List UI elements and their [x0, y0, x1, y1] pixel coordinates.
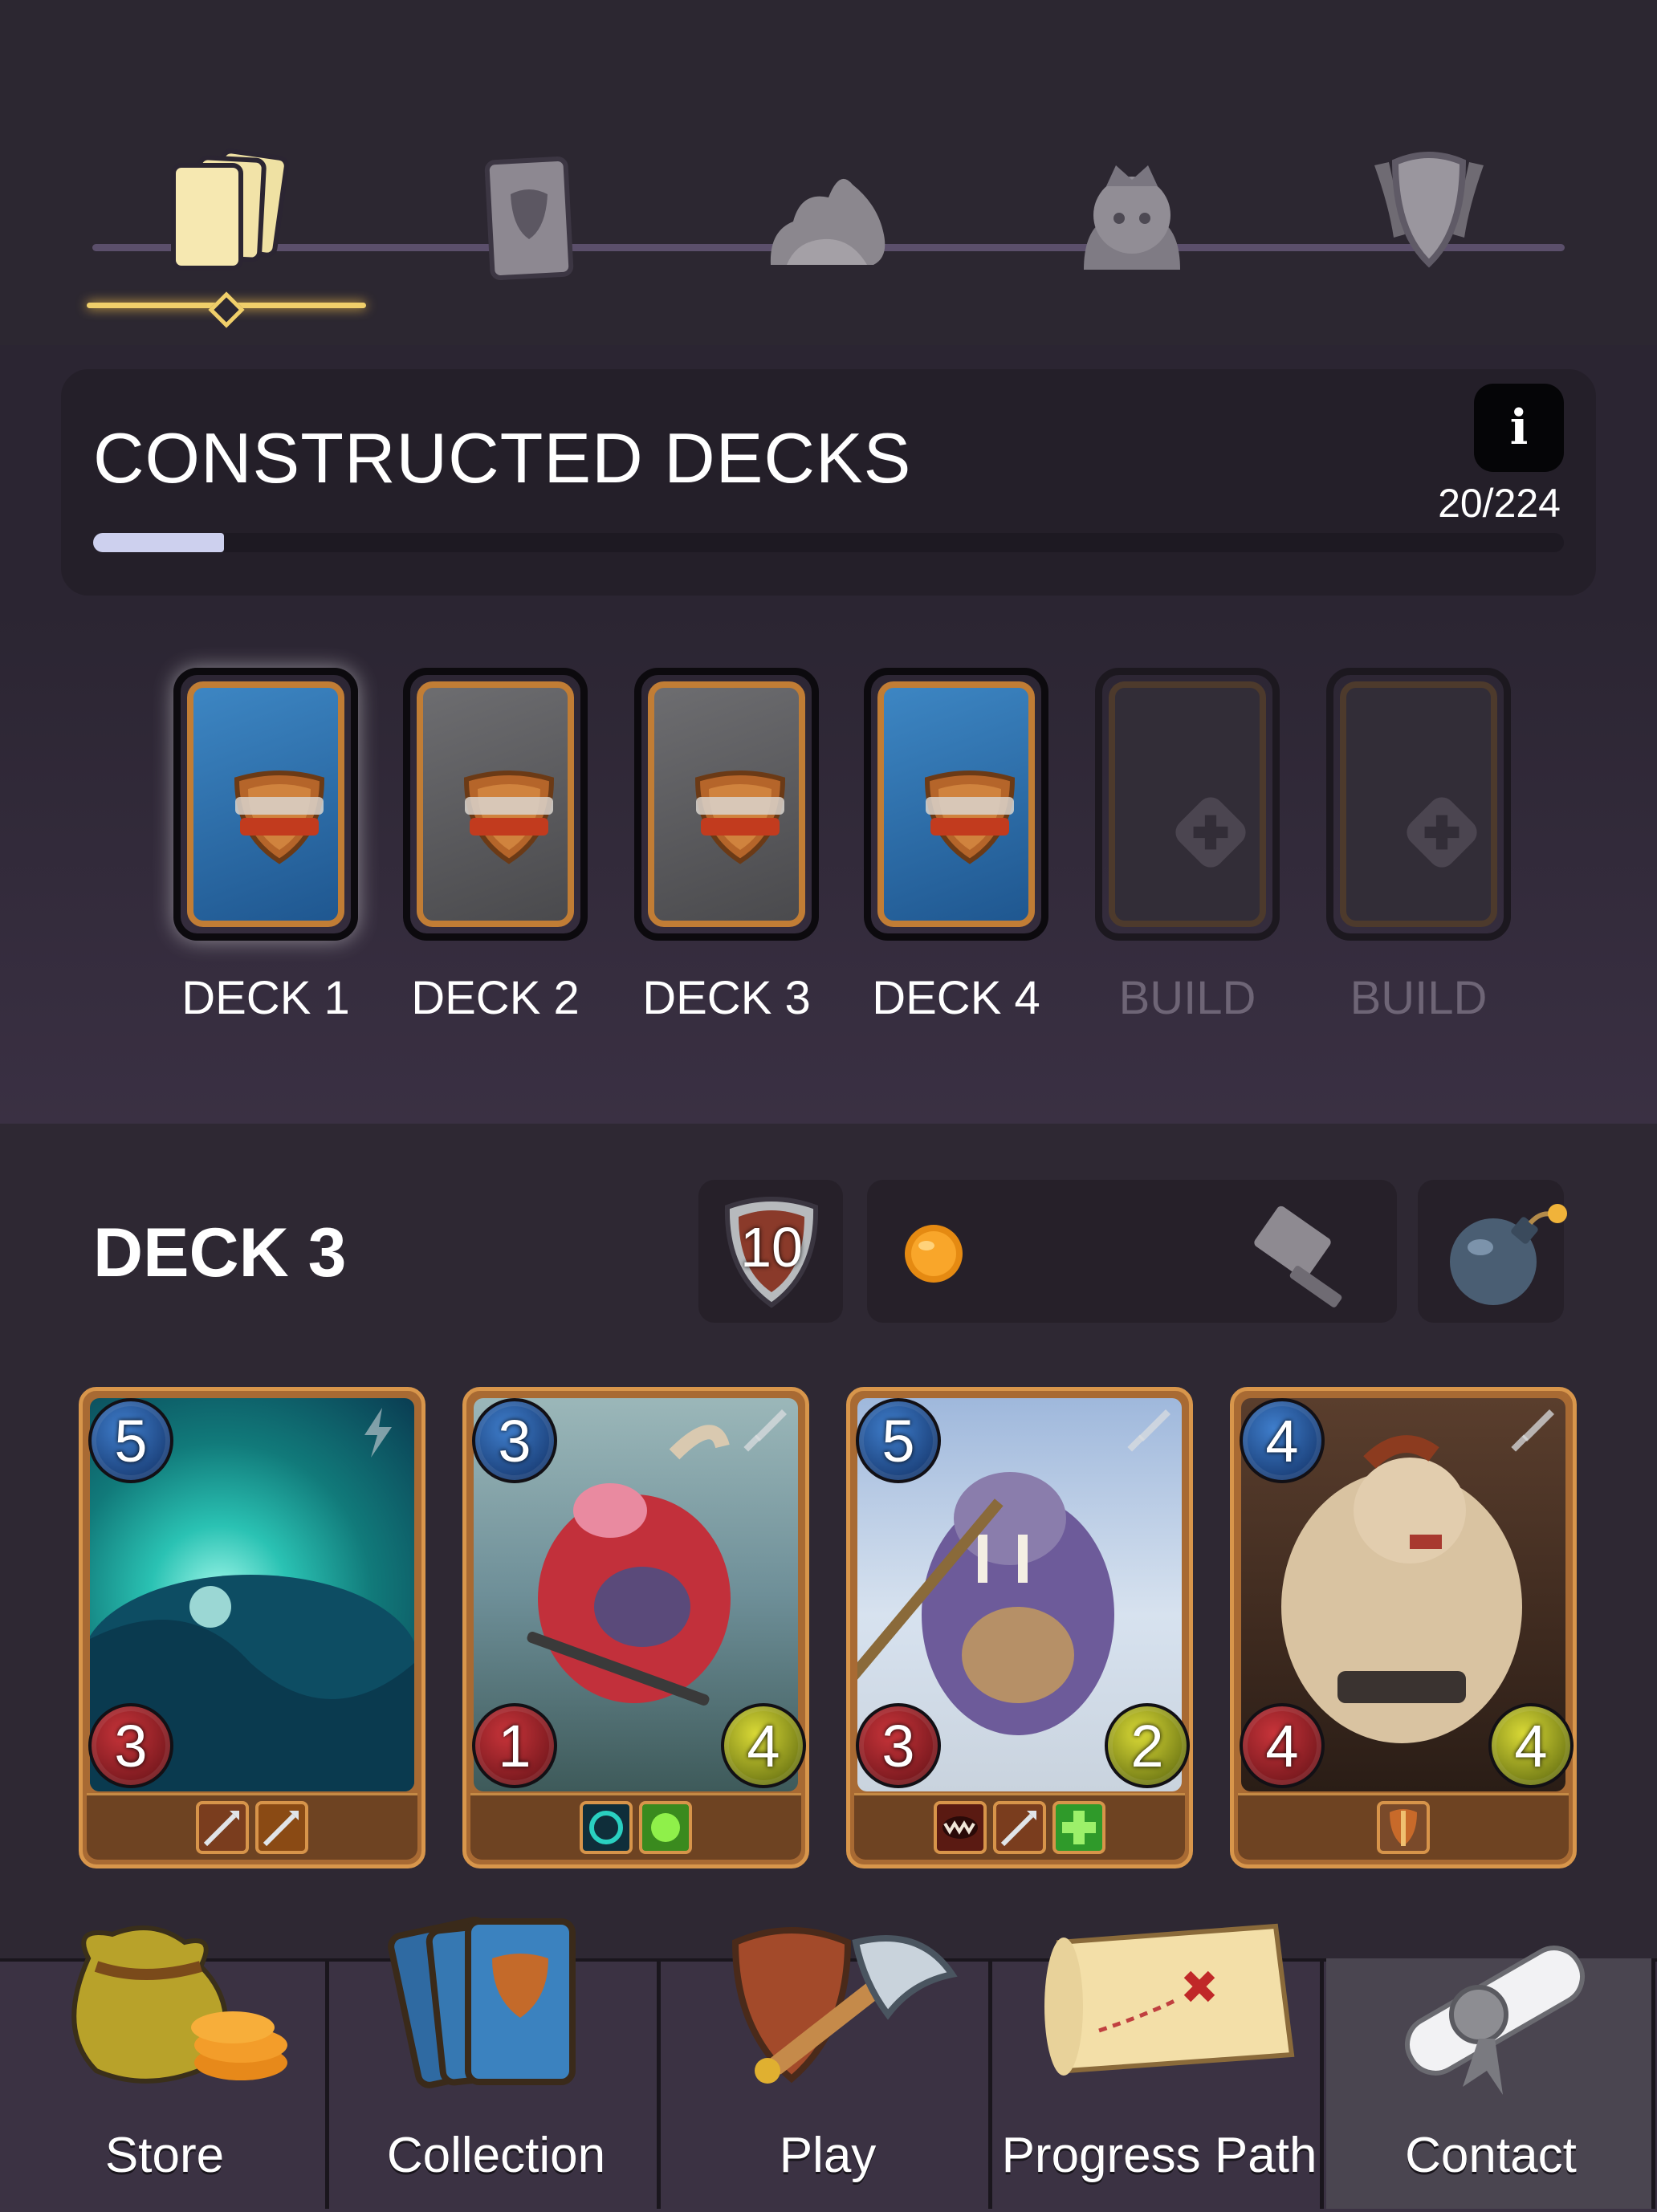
deck-label[interactable]: DECK 3	[622, 971, 831, 1025]
deck-label[interactable]: DECK 4	[852, 971, 1061, 1025]
deck-label[interactable]: DECK 1	[161, 971, 370, 1025]
deck-card	[173, 668, 358, 941]
nav-label: Play	[779, 2128, 877, 2183]
health-value: 4	[721, 1703, 806, 1788]
arrow-ability-icon[interactable]	[196, 1801, 249, 1854]
treasure-map-icon	[1035, 1910, 1308, 2098]
clash-of-decks-logo-icon	[694, 771, 786, 864]
card-fan-icon	[372, 1910, 629, 2106]
shield-crest-icon[interactable]	[1357, 141, 1501, 286]
health-value: 4	[1488, 1703, 1574, 1788]
card-ability-band	[470, 1793, 801, 1860]
bomb-icon	[1450, 1204, 1567, 1305]
empty-deck-card	[1095, 668, 1280, 941]
rock-icon[interactable]	[755, 144, 899, 289]
nav-label: Progress Path	[1001, 2128, 1317, 2183]
top-navigation	[0, 0, 1657, 345]
deck-level: 10	[740, 1216, 803, 1279]
build-label[interactable]: BUILD	[1314, 971, 1523, 1025]
attack-value: 3	[88, 1703, 173, 1788]
deck-title: DECK 3	[93, 1214, 347, 1291]
green-heal-ability-icon[interactable]	[639, 1801, 692, 1854]
deck-slot[interactable]	[173, 668, 358, 941]
coin-bag-icon	[40, 1910, 297, 2098]
build-label[interactable]: BUILD	[1083, 971, 1292, 1025]
bite-ability-icon[interactable]	[934, 1801, 987, 1854]
clash-of-decks-logo-icon	[924, 771, 1016, 864]
progress-track	[93, 533, 1564, 552]
minion-card[interactable]: 4 4 4	[1230, 1387, 1577, 1868]
scroll-icon	[1366, 1910, 1623, 2114]
clash-of-decks-logo-icon	[463, 771, 555, 864]
clash-of-decks-logo-icon	[234, 771, 325, 864]
shield-axe-icon	[703, 1910, 976, 2114]
sword-icon	[1511, 1409, 1554, 1452]
deck-slot[interactable]	[864, 668, 1048, 941]
sword-icon	[743, 1409, 787, 1452]
section-title: CONSTRUCTED DECKS	[93, 418, 912, 498]
minion-card[interactable]: 5 3 2	[846, 1387, 1193, 1868]
minion-card[interactable]: 3 1 4	[462, 1387, 809, 1868]
nav-label: Store	[104, 2128, 225, 2183]
attack-value: 1	[472, 1703, 557, 1788]
deck-label[interactable]: DECK 2	[391, 971, 600, 1025]
deck-card	[864, 668, 1048, 941]
arrow-ability-icon[interactable]	[993, 1801, 1046, 1854]
nav-label: Collection	[386, 2128, 606, 2183]
mana-cost: 5	[856, 1398, 941, 1483]
mana-cost: 3	[472, 1398, 557, 1483]
shield-break-ability-icon[interactable]	[1377, 1801, 1430, 1854]
mana-cost: 4	[1240, 1398, 1325, 1483]
empty-deck-card	[1326, 668, 1511, 941]
deck-slot[interactable]	[403, 668, 588, 941]
build-deck-slot[interactable]	[1095, 668, 1280, 941]
vortex-ability-icon[interactable]	[580, 1801, 633, 1854]
health-value: 2	[1105, 1703, 1190, 1788]
minion-card[interactable]: 53	[79, 1387, 425, 1868]
card-ability-band	[87, 1793, 417, 1860]
sword-icon	[1127, 1409, 1170, 1452]
deck-card	[403, 668, 588, 941]
progress-fill	[93, 533, 225, 552]
deck-slot[interactable]	[634, 668, 819, 941]
coin-icon	[905, 1225, 963, 1283]
add-deck-icon	[1407, 797, 1477, 868]
mana-cost: 5	[88, 1398, 173, 1483]
nav-label: Contact	[1405, 2128, 1577, 2183]
build-deck-slot[interactable]	[1326, 668, 1511, 941]
hammer-icon[interactable]	[1244, 1194, 1373, 1315]
add-deck-icon	[1175, 797, 1246, 868]
info-button[interactable]: i	[1474, 384, 1564, 472]
lightning-icon	[364, 1408, 392, 1458]
progress-count: 20/224	[1438, 481, 1561, 526]
deck-card	[634, 668, 819, 941]
plus-ability-icon[interactable]	[1052, 1801, 1105, 1854]
active-tab-marker	[208, 291, 245, 328]
card-back-icon[interactable]	[450, 144, 594, 289]
queen-icon[interactable]	[1060, 144, 1204, 289]
attack-value: 4	[1240, 1703, 1325, 1788]
cards-stack-icon[interactable]	[161, 144, 305, 289]
dash-ability-icon[interactable]	[255, 1801, 308, 1854]
attack-value: 3	[856, 1703, 941, 1788]
